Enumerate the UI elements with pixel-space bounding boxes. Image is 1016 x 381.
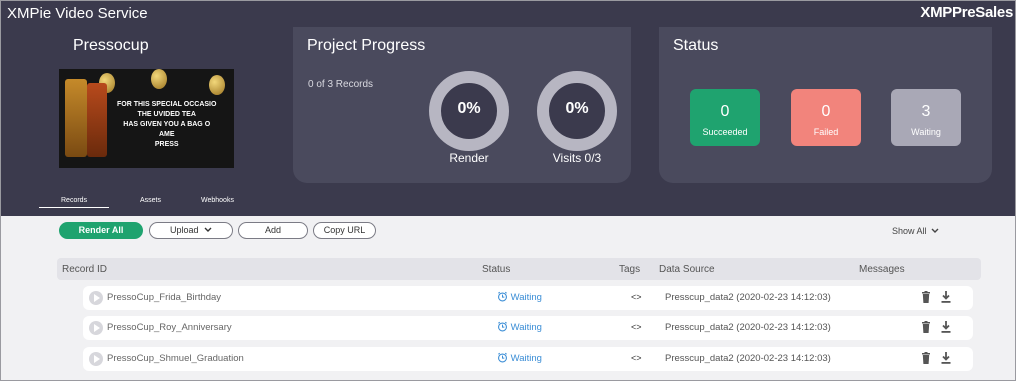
progress-title: Project Progress xyxy=(307,37,426,54)
download-icon[interactable] xyxy=(941,321,951,333)
data-source: Presscup_data2 (2020-02-23 14:12:03) xyxy=(665,353,831,364)
visits-percent: 0% xyxy=(565,100,589,117)
record-status: Waiting xyxy=(497,291,542,303)
column-messages[interactable]: Messages xyxy=(859,264,905,275)
failed-count: 0 xyxy=(821,103,831,120)
app-title: XMPie Video Service xyxy=(7,5,148,22)
copy-url-button[interactable]: Copy URL xyxy=(313,222,376,239)
thumbnail-caption: FOR THIS SPECIAL OCCASIO THE UVIDED TEA … xyxy=(117,101,217,148)
toolbar: Render All Upload Add Copy URL Show All xyxy=(1,216,1015,256)
alarm-clock-icon xyxy=(498,321,507,332)
render-percent: 0% xyxy=(457,100,481,117)
balloon-icon xyxy=(151,69,167,89)
column-tags[interactable]: Tags xyxy=(619,264,640,275)
trash-icon[interactable] xyxy=(921,352,931,364)
record-id: PressoCup_Shmuel_Graduation xyxy=(107,353,244,364)
upload-button[interactable]: Upload xyxy=(149,222,233,239)
table-row[interactable]: PressoCup_Roy_Anniversary Waiting <> Pre… xyxy=(83,316,973,340)
alarm-clock-icon xyxy=(498,352,507,363)
table-row[interactable]: PressoCup_Frida_Birthday Waiting <> Pres… xyxy=(83,286,973,310)
waiting-box[interactable]: 3 Waiting xyxy=(891,89,961,146)
project-thumbnail[interactable]: FOR THIS SPECIAL OCCASIO THE UVIDED TEA … xyxy=(59,69,234,168)
trash-icon[interactable] xyxy=(921,291,931,303)
balloon-icon xyxy=(209,75,225,95)
active-tab-indicator xyxy=(39,207,109,208)
failed-label: Failed xyxy=(813,127,839,137)
show-all-dropdown[interactable]: Show All xyxy=(892,226,939,236)
column-record-id[interactable]: Record ID xyxy=(62,264,107,275)
visits-label: Visits 0/3 xyxy=(552,151,602,165)
render-donut: 0% xyxy=(429,71,509,151)
record-id: PressoCup_Roy_Anniversary xyxy=(107,322,232,333)
project-progress-card: Project Progress 0 of 3 Records 0% Rende… xyxy=(293,27,631,183)
tab-records[interactable]: Records xyxy=(61,197,87,204)
download-icon[interactable] xyxy=(941,352,951,364)
show-all-label: Show All xyxy=(891,226,927,236)
play-icon[interactable] xyxy=(89,352,103,366)
top-bar: XMPie Video Service XMPPreSales xyxy=(1,1,1015,27)
record-status: Waiting xyxy=(497,352,542,364)
chevron-down-icon xyxy=(204,227,212,232)
project-name: Pressocup xyxy=(73,37,149,54)
play-icon[interactable] xyxy=(89,321,103,335)
data-source: Presscup_data2 (2020-02-23 14:12:03) xyxy=(665,322,831,333)
failed-box[interactable]: 0 Failed xyxy=(791,89,861,146)
succeeded-count: 0 xyxy=(720,103,730,120)
records-count: 0 of 3 Records xyxy=(308,79,374,90)
bottle-image xyxy=(65,79,87,157)
add-button[interactable]: Add xyxy=(238,222,308,239)
chevron-down-icon xyxy=(931,228,939,233)
waiting-count: 3 xyxy=(921,103,931,120)
tab-webhooks[interactable]: Webhooks xyxy=(201,197,234,204)
record-id: PressoCup_Frida_Birthday xyxy=(107,292,222,303)
upload-label: Upload xyxy=(169,225,199,235)
tags-code-icon[interactable]: <> xyxy=(631,353,642,363)
data-source: Presscup_data2 (2020-02-23 14:12:03) xyxy=(665,292,831,303)
table-row[interactable]: PressoCup_Shmuel_Graduation Waiting <> P… xyxy=(83,347,973,371)
status-card: Status 0 Succeeded 0 Failed 3 Waiting xyxy=(659,27,992,183)
succeeded-label: Succeeded xyxy=(702,127,748,137)
trash-icon[interactable] xyxy=(921,321,931,333)
succeeded-box[interactable]: 0 Succeeded xyxy=(690,89,760,146)
user-name[interactable]: XMPPreSales xyxy=(920,4,1013,21)
alarm-clock-icon xyxy=(498,291,507,302)
table-header: Record ID Status Tags Data Source Messag… xyxy=(57,258,981,280)
tags-code-icon[interactable]: <> xyxy=(631,292,642,302)
column-status[interactable]: Status xyxy=(482,264,510,275)
column-data-source[interactable]: Data Source xyxy=(659,264,715,275)
waiting-label: Waiting xyxy=(911,127,941,137)
bottle-image xyxy=(87,83,107,157)
tags-code-icon[interactable]: <> xyxy=(631,322,642,332)
record-status: Waiting xyxy=(497,321,542,333)
render-all-button[interactable]: Render All xyxy=(59,222,143,239)
tab-assets[interactable]: Assets xyxy=(140,197,161,204)
play-icon[interactable] xyxy=(89,291,103,305)
project-header: Pressocup FOR THIS SPECIAL OCCASIO THE U… xyxy=(1,27,1015,216)
visits-donut: 0% xyxy=(537,71,617,151)
app-window: XMPie Video Service XMPPreSales Pressocu… xyxy=(0,0,1016,381)
status-title: Status xyxy=(673,37,719,54)
render-label: Render xyxy=(449,151,489,165)
download-icon[interactable] xyxy=(941,291,951,303)
